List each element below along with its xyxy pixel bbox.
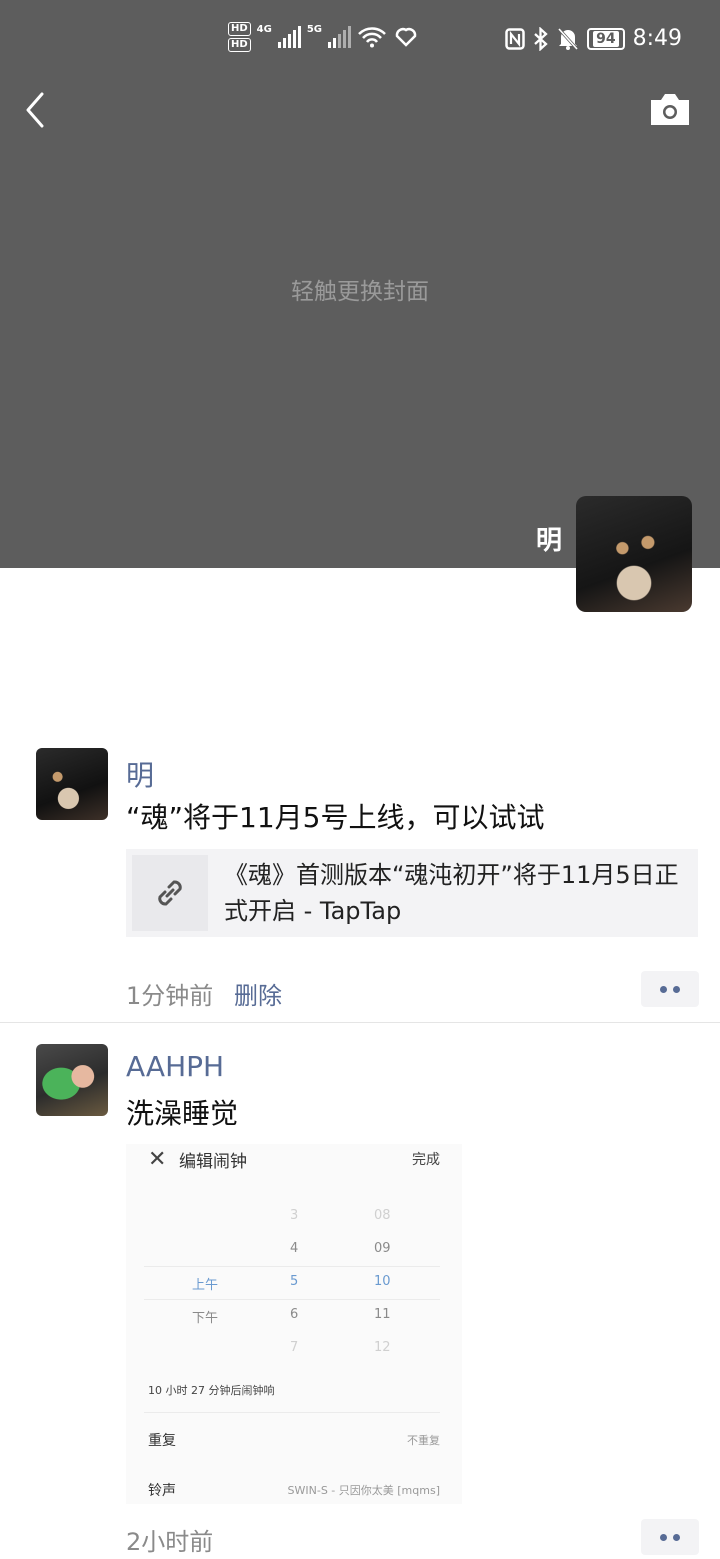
minute-option: 08 xyxy=(374,1208,391,1223)
camera-icon xyxy=(651,94,689,125)
avatar[interactable] xyxy=(36,1044,108,1116)
more-dots-icon xyxy=(660,1533,667,1541)
settings-divider xyxy=(144,1412,440,1413)
more-button[interactable] xyxy=(641,971,699,1007)
more-dots-icon xyxy=(673,985,680,993)
network-type-2: 5G xyxy=(306,24,323,35)
ampm-option: 上午 xyxy=(192,1278,219,1293)
hd-indicators: HD HD xyxy=(228,22,251,52)
post-username[interactable]: 明 xyxy=(126,754,154,794)
repeat-label: 重复 xyxy=(148,1433,176,1449)
delete-button[interactable]: 删除 xyxy=(234,976,282,1011)
change-cover-hint[interactable]: 轻触更换封面 xyxy=(0,272,720,306)
mute-bell-icon xyxy=(557,27,579,50)
wifi-assist-icon xyxy=(395,27,417,47)
post-image[interactable]: ✕ 编辑闹钟 完成 3 4 5 6 7 08 09 10 11 12 上午 下午… xyxy=(126,1144,462,1504)
signal-2-icon xyxy=(328,26,352,48)
hd-badge-1: HD xyxy=(228,22,251,36)
moment-post: 明 “魂”将于11月5号上线，可以试试 《魂》首测版本“魂沌初开”将于11月5日… xyxy=(0,748,720,1018)
repeat-value: 不重复 xyxy=(407,1434,440,1447)
back-arrow-icon xyxy=(26,92,44,128)
link-thumbnail xyxy=(132,855,208,931)
hour-option: 7 xyxy=(290,1340,299,1355)
more-button[interactable] xyxy=(641,1519,699,1555)
hour-option: 5 xyxy=(290,1274,299,1289)
clock: 8:49 xyxy=(632,26,682,51)
post-text: “魂”将于11月5号上线，可以试试 xyxy=(126,801,545,834)
link-title: 《魂》首测版本“魂沌初开”将于11月5日正式开启 - TapTap xyxy=(224,861,679,925)
nfc-icon xyxy=(505,27,525,50)
network-type-1: 4G xyxy=(256,24,272,35)
ringtone-label: 铃声 xyxy=(148,1483,176,1499)
ampm-option: 下午 xyxy=(192,1311,219,1326)
minute-option: 09 xyxy=(374,1241,391,1256)
status-left: HD HD 4G 5G xyxy=(228,22,419,52)
post-username[interactable]: AAHPH xyxy=(126,1050,224,1083)
post-moment-button[interactable] xyxy=(646,90,694,130)
minute-option: 10 xyxy=(374,1274,391,1289)
battery-level: 94 xyxy=(593,30,619,47)
hour-option: 4 xyxy=(290,1241,299,1256)
minute-option: 12 xyxy=(374,1340,391,1355)
avatar[interactable] xyxy=(36,748,108,820)
picker-line xyxy=(144,1266,440,1267)
more-dots-icon xyxy=(660,985,667,993)
wifi-icon xyxy=(358,27,386,48)
profile-avatar[interactable] xyxy=(576,496,692,612)
profile-name: 明 xyxy=(535,526,562,556)
post-divider xyxy=(0,1022,720,1023)
post-time: 2小时前 xyxy=(126,1528,214,1556)
alarm-note: 10 小时 27 分钟后闹钟响 xyxy=(148,1384,275,1397)
hour-option: 6 xyxy=(290,1307,299,1322)
ringtone-value: SWIN-S - 只因你太美 [mqms] xyxy=(287,1484,440,1497)
alarm-title: 编辑闹钟 xyxy=(179,1152,247,1172)
link-icon xyxy=(158,880,182,906)
minute-option: 11 xyxy=(374,1307,391,1322)
bluetooth-icon xyxy=(534,26,548,51)
hour-option: 3 xyxy=(290,1208,299,1223)
alarm-done: 完成 xyxy=(412,1152,440,1168)
close-icon: ✕ xyxy=(148,1147,167,1172)
battery-indicator: 94 xyxy=(587,27,625,50)
more-dots-icon xyxy=(673,1533,680,1541)
picker-line xyxy=(144,1299,440,1300)
post-time: 1分钟前 xyxy=(126,982,214,1010)
post-text: 洗澡睡觉 xyxy=(126,1097,239,1130)
status-right: 94 8:49 xyxy=(505,26,682,51)
back-button[interactable] xyxy=(18,88,58,132)
link-card[interactable]: 《魂》首测版本“魂沌初开”将于11月5日正式开启 - TapTap xyxy=(126,849,698,937)
status-bar: HD HD 4G 5G 94 8:49 xyxy=(0,18,720,64)
signal-1-icon xyxy=(277,26,301,48)
hd-badge-2: HD xyxy=(228,38,251,52)
